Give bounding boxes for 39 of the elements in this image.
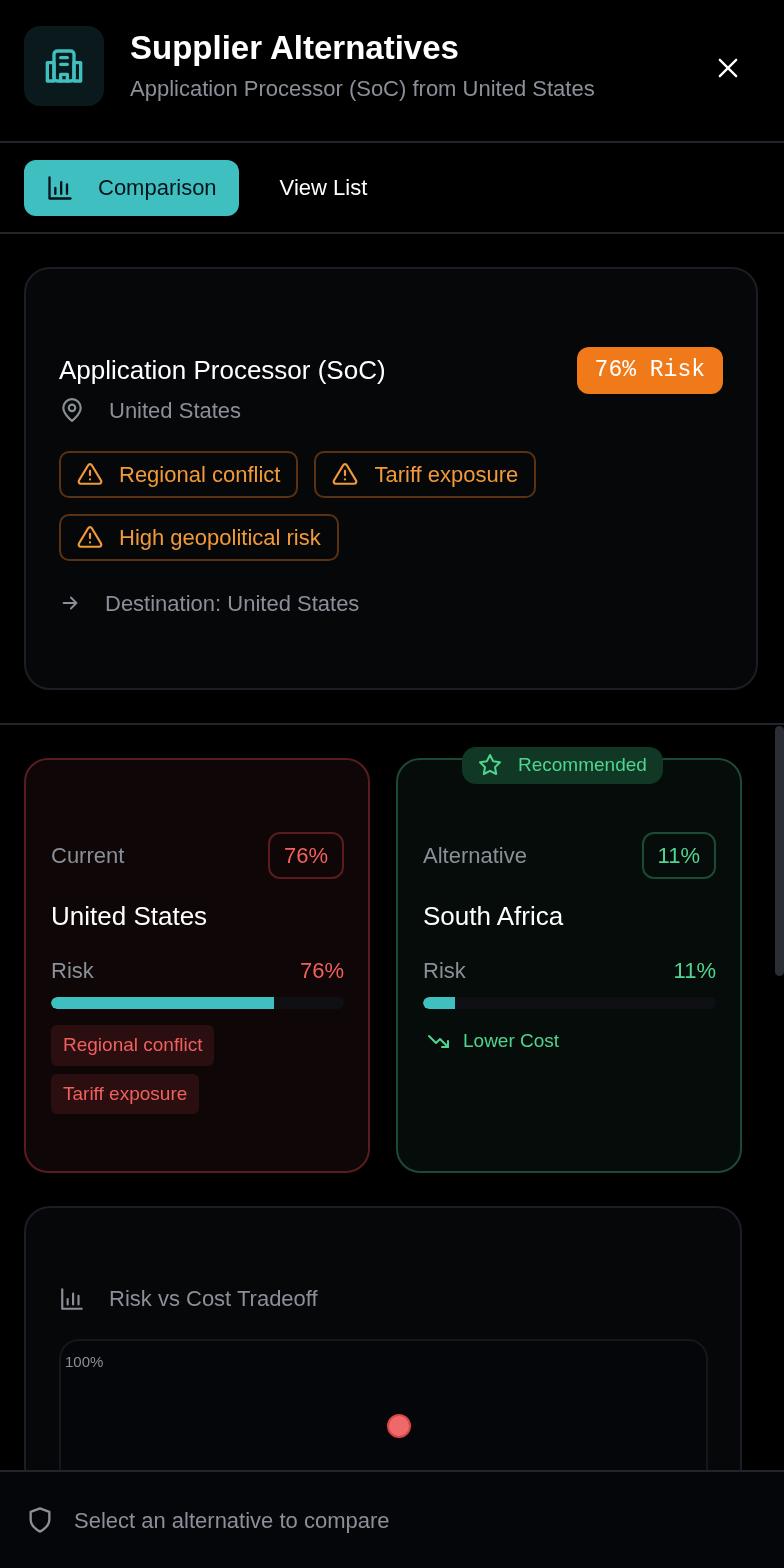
destination-text: Destination: United States <box>105 589 360 618</box>
role-label: Alternative <box>423 842 527 870</box>
risk-value: 11% <box>673 957 716 985</box>
role-label: Current <box>51 842 125 870</box>
chart-title: Risk vs Cost Tradeoff <box>109 1285 318 1313</box>
axis-label: 100% <box>65 1352 104 1372</box>
risk-badge: 11% <box>641 832 716 879</box>
risk-label: Risk <box>423 957 466 985</box>
location-pin-icon <box>59 397 85 423</box>
supplier-card[interactable]: Current 76% United States Risk 76% Regional conflict Tariff exposure <box>24 758 370 1173</box>
risk-label: Risk <box>51 957 94 985</box>
building-icon <box>44 46 84 86</box>
tab[interactable]: View List <box>252 159 395 216</box>
chart-icon <box>59 1285 85 1312</box>
location-text: United States <box>109 396 242 425</box>
warning-tag: Tariff exposure <box>314 450 537 498</box>
risk-badge: 76% <box>267 832 344 879</box>
star-icon <box>478 753 502 778</box>
component-name: Application Processor (SoC) <box>59 353 386 387</box>
cost-note: Lower Cost <box>463 1029 560 1053</box>
tab[interactable]: Comparison <box>24 159 239 216</box>
risk-tag: Regional conflict <box>51 1025 215 1066</box>
scrollbar-thumb[interactable] <box>775 726 784 976</box>
dialog-title: Supplier Alternatives <box>130 30 460 67</box>
dialog-subtitle: Application Processor (SoC) from United States <box>130 75 595 104</box>
recommended-badge: Recommended <box>462 747 663 784</box>
footer-hint: Select an alternative to compare <box>74 1506 390 1535</box>
data-point[interactable] <box>386 1413 412 1439</box>
country-name: United States <box>51 900 209 933</box>
warning-icon <box>77 461 103 487</box>
warning-icon <box>332 461 359 487</box>
warning-tag: Regional conflict <box>59 450 299 498</box>
chart-icon <box>46 173 74 202</box>
risk-badge: 76% Risk <box>576 347 723 394</box>
warning-icon <box>77 524 103 550</box>
warning-tag: High geopolitical risk <box>59 513 339 561</box>
risk-value: 76% <box>299 957 344 985</box>
risk-tag: Tariff exposure <box>51 1073 200 1114</box>
country-name: South Africa <box>423 900 565 933</box>
